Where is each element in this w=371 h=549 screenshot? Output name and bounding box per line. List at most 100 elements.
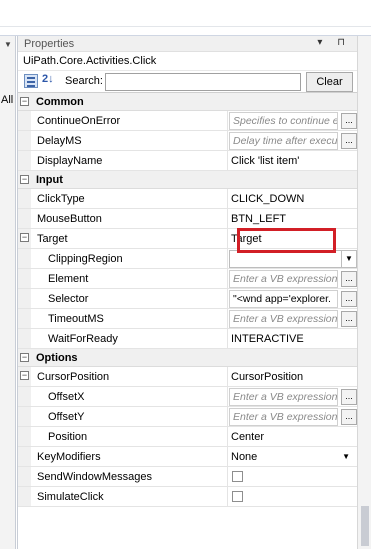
property-row-element[interactable]: Element Enter a VB expression ... bbox=[18, 269, 357, 289]
property-value[interactable]: Enter a VB expression ... bbox=[227, 309, 358, 329]
property-name: ContinueOnError bbox=[37, 115, 121, 127]
property-value[interactable] bbox=[227, 467, 358, 487]
properties-panel: Properties ▾ ⊓ UiPath.Core.Activities.Cl… bbox=[17, 36, 357, 549]
expression-input[interactable]: Delay time after execu bbox=[229, 132, 338, 150]
placeholder-text: Enter a VB expression bbox=[233, 411, 337, 423]
property-value[interactable]: Specifies to continue e ... bbox=[227, 111, 358, 131]
property-name: Selector bbox=[48, 293, 89, 305]
collapse-icon[interactable]: − bbox=[20, 175, 29, 184]
category-label: Options bbox=[36, 352, 78, 364]
placeholder-text: Delay time after execu bbox=[233, 135, 337, 147]
top-divider bbox=[0, 26, 371, 27]
ellipsis-button[interactable]: ... bbox=[341, 389, 357, 405]
sort-alphabetical-icon[interactable]: 2↓ bbox=[42, 73, 54, 85]
property-value[interactable]: Center bbox=[227, 427, 358, 447]
property-name: Target bbox=[37, 233, 68, 245]
property-value[interactable]: CursorPosition bbox=[227, 367, 358, 387]
value-text: CLICK_DOWN bbox=[231, 193, 305, 205]
ellipsis-button[interactable]: ... bbox=[341, 113, 357, 129]
property-row-position[interactable]: Position Center bbox=[18, 427, 357, 447]
expression-input[interactable]: Enter a VB expression bbox=[229, 408, 338, 426]
value-text: CursorPosition bbox=[231, 371, 304, 383]
property-value[interactable]: Enter a VB expression ... bbox=[227, 407, 358, 427]
placeholder-text: Specifies to continue e bbox=[233, 115, 337, 127]
dropdown-arrow-icon[interactable]: ▼ bbox=[342, 447, 350, 467]
property-row-offset-x[interactable]: OffsetX Enter a VB expression ... bbox=[18, 387, 357, 407]
top-strip bbox=[0, 0, 371, 36]
categorized-view-icon[interactable] bbox=[24, 74, 38, 88]
expression-input[interactable]: Specifies to continue e bbox=[229, 112, 338, 130]
right-scrollbar[interactable] bbox=[357, 36, 371, 549]
simulate-click-checkbox[interactable] bbox=[232, 491, 243, 502]
property-value[interactable]: Click 'list item' bbox=[227, 151, 358, 171]
property-value[interactable]: BTN_LEFT bbox=[227, 209, 358, 229]
property-name: SendWindowMessages bbox=[37, 471, 152, 483]
property-name: ClickType bbox=[37, 193, 85, 205]
placeholder-text: Enter a VB expression bbox=[233, 273, 337, 285]
ellipsis-button[interactable]: ... bbox=[341, 409, 357, 425]
expression-input[interactable]: Enter a VB expression bbox=[229, 388, 338, 406]
search-input[interactable] bbox=[105, 73, 301, 91]
property-value[interactable] bbox=[227, 487, 358, 507]
collapse-icon[interactable]: − bbox=[20, 97, 29, 106]
property-name: TimeoutMS bbox=[48, 313, 104, 325]
property-name: DisplayName bbox=[37, 155, 103, 167]
object-type-label: UiPath.Core.Activities.Click bbox=[23, 55, 157, 67]
ellipsis-button[interactable]: ... bbox=[341, 291, 357, 307]
value-text: INTERACTIVE bbox=[231, 333, 304, 345]
send-window-messages-checkbox[interactable] bbox=[232, 471, 243, 482]
property-value[interactable]: Enter a VB expression ... bbox=[227, 387, 358, 407]
property-row-selector[interactable]: Selector "<wnd app='explorer. ... bbox=[18, 289, 357, 309]
property-value[interactable]: Enter a VB expression ... bbox=[227, 269, 358, 289]
property-value[interactable]: Delay time after execu ... bbox=[227, 131, 358, 151]
panel-title: Properties bbox=[24, 38, 75, 50]
collapse-icon[interactable]: − bbox=[20, 371, 29, 380]
property-row-display-name[interactable]: DisplayName Click 'list item' bbox=[18, 151, 357, 171]
property-name: DelayMS bbox=[37, 135, 82, 147]
category-options[interactable]: − Options bbox=[18, 349, 357, 367]
category-input[interactable]: − Input bbox=[18, 171, 357, 189]
panel-header: Properties ▾ ⊓ bbox=[18, 36, 357, 52]
collapse-icon[interactable]: − bbox=[20, 353, 29, 362]
property-name: ClippingRegion bbox=[48, 253, 123, 265]
expression-input[interactable]: Enter a VB expression bbox=[229, 270, 338, 288]
category-common[interactable]: − Common bbox=[18, 93, 357, 111]
property-row-wait-for-ready[interactable]: WaitForReady INTERACTIVE bbox=[18, 329, 357, 349]
ellipsis-button[interactable]: ... bbox=[341, 133, 357, 149]
property-row-cursor-position[interactable]: − CursorPosition CursorPosition bbox=[18, 367, 357, 387]
value-text: Center bbox=[231, 431, 265, 443]
chevron-down-icon[interactable]: ▼ bbox=[4, 40, 12, 49]
property-row-click-type[interactable]: ClickType CLICK_DOWN bbox=[18, 189, 357, 209]
dropdown-arrow-icon[interactable]: ▼ bbox=[341, 251, 356, 267]
property-name: WaitForReady bbox=[48, 333, 118, 345]
collapse-icon[interactable]: − bbox=[20, 233, 29, 242]
clear-button[interactable]: Clear bbox=[306, 72, 353, 92]
property-row-mouse-button[interactable]: MouseButton BTN_LEFT bbox=[18, 209, 357, 229]
placeholder-text: Enter a VB expression bbox=[233, 313, 337, 325]
left-panel-sliver: ▼ All bbox=[0, 36, 16, 549]
ellipsis-button[interactable]: ... bbox=[341, 271, 357, 287]
property-value[interactable]: None ▼ bbox=[227, 447, 358, 467]
ellipsis-button[interactable]: ... bbox=[341, 311, 357, 327]
property-row-timeout-ms[interactable]: TimeoutMS Enter a VB expression ... bbox=[18, 309, 357, 329]
search-label: Search: bbox=[65, 75, 103, 87]
panel-header-buttons[interactable]: ▾ ⊓ bbox=[317, 37, 351, 48]
property-name: Element bbox=[48, 273, 89, 285]
property-row-send-window-messages[interactable]: SendWindowMessages bbox=[18, 467, 357, 487]
expression-input[interactable]: "<wnd app='explorer. bbox=[229, 290, 338, 308]
scrollbar-thumb[interactable] bbox=[361, 506, 369, 546]
property-row-simulate-click[interactable]: SimulateClick bbox=[18, 487, 357, 507]
property-row-offset-y[interactable]: OffsetY Enter a VB expression ... bbox=[18, 407, 357, 427]
property-row-delay-ms[interactable]: DelayMS Delay time after execu ... bbox=[18, 131, 357, 151]
property-row-continue-on-error[interactable]: ContinueOnError Specifies to continue e … bbox=[18, 111, 357, 131]
expression-input[interactable]: Enter a VB expression bbox=[229, 310, 338, 328]
category-label: Common bbox=[36, 96, 84, 108]
property-name: KeyModifiers bbox=[37, 451, 101, 463]
property-value[interactable]: "<wnd app='explorer. ... bbox=[227, 289, 358, 309]
property-row-key-modifiers[interactable]: KeyModifiers None ▼ bbox=[18, 447, 357, 467]
property-value[interactable]: CLICK_DOWN bbox=[227, 189, 358, 209]
property-value[interactable]: INTERACTIVE bbox=[227, 329, 358, 349]
property-grid: − Common ContinueOnError Specifies to co… bbox=[18, 92, 357, 507]
highlight-annotation bbox=[237, 228, 336, 253]
selector-value: "<wnd app='explorer. bbox=[233, 293, 331, 305]
